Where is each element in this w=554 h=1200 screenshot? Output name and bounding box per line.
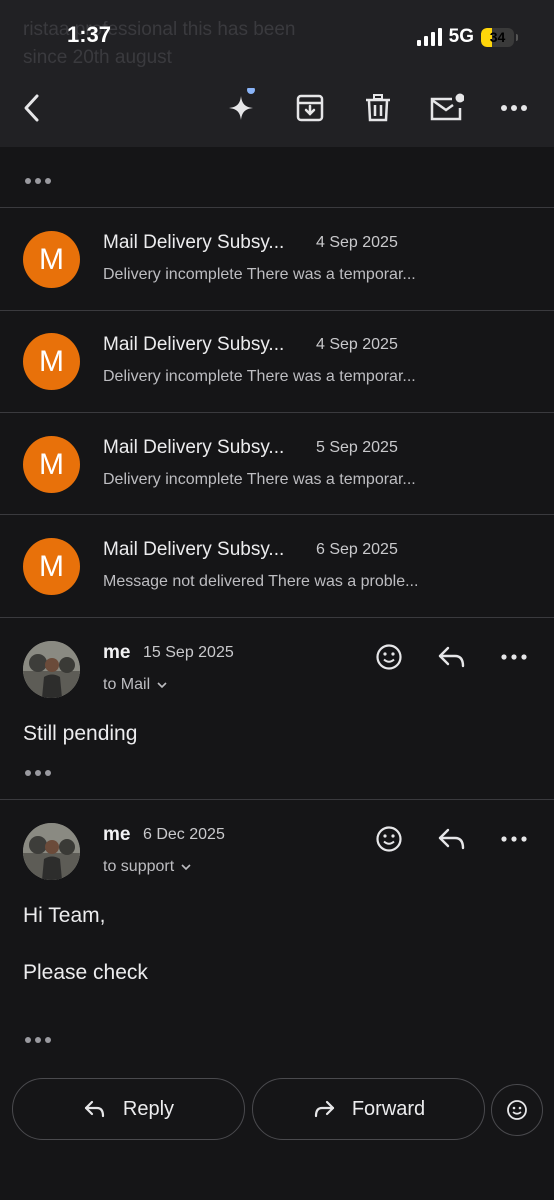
network-type: 5G — [448, 26, 474, 47]
more-horizontal-icon — [501, 105, 527, 111]
reply-button[interactable] — [432, 819, 472, 859]
sender-name: Mail Delivery Subsy... — [103, 334, 285, 355]
collapsed-message[interactable]: M Mail Delivery Subsy... 5 Sep 2025 Deli… — [0, 413, 554, 515]
message-date: 4 Sep 2025 — [316, 336, 398, 353]
smiley-icon — [376, 826, 402, 852]
collapsed-message[interactable]: M Mail Delivery Subsy... 4 Sep 2025 Deli… — [0, 311, 554, 413]
battery-level: 34 — [489, 28, 506, 45]
collapsed-message[interactable]: M Mail Delivery Subsy... 4 Sep 2025 Deli… — [0, 208, 554, 310]
profile-photo — [23, 823, 80, 880]
recipient-label: to support — [103, 858, 175, 875]
chevron-down-icon — [157, 682, 167, 689]
reply-icon — [438, 646, 465, 668]
message-date: 4 Sep 2025 — [316, 234, 398, 251]
message-more-button[interactable] — [494, 637, 534, 677]
more-horizontal-icon — [501, 654, 527, 660]
sender-name: me — [103, 642, 131, 663]
message-snippet: Delivery incomplete There was a temporar… — [103, 471, 416, 488]
smiley-icon — [376, 644, 402, 670]
avatar: M — [23, 333, 80, 390]
profile-photo — [23, 641, 80, 698]
avatar — [23, 641, 80, 698]
message-snippet: Delivery incomplete There was a temporar… — [103, 266, 416, 283]
chevron-left-icon — [24, 94, 39, 122]
message-body-line: Hi Team, — [23, 904, 106, 927]
reply-button[interactable] — [432, 637, 472, 677]
show-earlier-messages[interactable] — [25, 178, 51, 184]
archive-button[interactable] — [288, 86, 332, 130]
message-date: 6 Sep 2025 — [316, 541, 398, 558]
mark-unread-button[interactable] — [424, 86, 468, 130]
archive-icon — [296, 94, 324, 122]
reply-icon — [438, 828, 465, 850]
avatar: M — [23, 436, 80, 493]
sender-name: me — [103, 824, 131, 845]
mail-unread-icon — [430, 93, 464, 121]
message-snippet: Delivery incomplete There was a temporar… — [103, 368, 416, 385]
message-snippet: Message not delivered There was a proble… — [103, 573, 419, 590]
forward-action-button[interactable]: Forward — [252, 1078, 485, 1140]
reply-label: Reply — [122, 1097, 175, 1120]
recipient-details-toggle[interactable]: to Mail — [103, 676, 168, 694]
gemini-button[interactable] — [219, 86, 263, 130]
divider — [0, 617, 554, 618]
react-emoji-button[interactable] — [369, 819, 409, 859]
back-button[interactable] — [10, 86, 54, 130]
avatar — [23, 823, 80, 880]
battery-icon: 34 — [481, 27, 514, 47]
sparkle-icon — [229, 88, 255, 120]
chevron-down-icon — [181, 864, 191, 871]
recipient-label: to Mail — [103, 676, 151, 693]
recipient-details-toggle[interactable]: to support — [103, 858, 192, 876]
sender-name: Mail Delivery Subsy... — [103, 539, 285, 560]
sender-name: Mail Delivery Subsy... — [103, 232, 285, 253]
status-time: 1:37 — [67, 22, 112, 47]
message-date: 15 Sep 2025 — [143, 644, 234, 661]
show-trimmed-content[interactable] — [25, 770, 51, 776]
delete-button[interactable] — [356, 86, 400, 130]
divider — [0, 799, 554, 800]
emoji-reaction-button[interactable] — [491, 1084, 543, 1136]
message-date: 6 Dec 2025 — [143, 826, 225, 843]
react-emoji-button[interactable] — [369, 637, 409, 677]
message-body-line: Still pending — [23, 722, 138, 745]
reply-all-action-button[interactable]: Reply — [12, 1078, 245, 1140]
smiley-icon — [507, 1100, 527, 1120]
battery-tip — [516, 33, 518, 41]
top-app-bar: ristaa professional this has been since … — [0, 0, 554, 147]
message-body-line: Please check — [23, 961, 148, 984]
show-trimmed-content[interactable] — [25, 1037, 51, 1043]
avatar: M — [23, 538, 80, 595]
more-horizontal-icon — [501, 836, 527, 842]
forward-icon — [314, 1100, 334, 1118]
message-more-button[interactable] — [494, 819, 534, 859]
reply-icon — [84, 1100, 105, 1118]
message-date: 5 Sep 2025 — [316, 439, 398, 456]
sender-name: Mail Delivery Subsy... — [103, 437, 285, 458]
trash-icon — [366, 94, 390, 122]
more-options-button[interactable] — [492, 86, 536, 130]
signal-icon — [416, 28, 442, 46]
forward-label: Forward — [351, 1097, 426, 1120]
status-indicators: 5G 34 — [416, 24, 518, 50]
avatar: M — [23, 231, 80, 288]
collapsed-message[interactable]: M Mail Delivery Subsy... 6 Sep 2025 Mess… — [0, 515, 554, 617]
